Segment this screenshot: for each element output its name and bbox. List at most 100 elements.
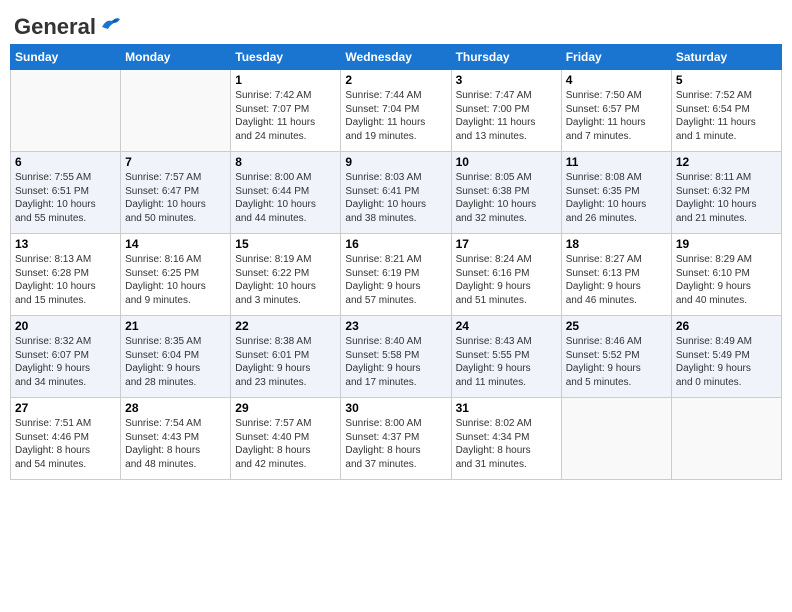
cell-content: Sunrise: 8:19 AM Sunset: 6:22 PM Dayligh…: [235, 253, 336, 307]
calendar-cell: 13 Sunrise: 8:13 AM Sunset: 6:28 PM Dayli…: [11, 234, 121, 316]
day-number: 27: [15, 401, 116, 415]
day-number: 22: [235, 319, 336, 333]
cell-content: Sunrise: 8:05 AM Sunset: 6:38 PM Dayligh…: [456, 171, 557, 225]
calendar-cell: 21 Sunrise: 8:35 AM Sunset: 6:04 PM Dayli…: [121, 316, 231, 398]
day-number: 15: [235, 237, 336, 251]
calendar-cell: 30 Sunrise: 8:00 AM Sunset: 4:37 PM Dayli…: [341, 398, 451, 480]
cell-content: Sunrise: 7:57 AM Sunset: 4:40 PM Dayligh…: [235, 417, 336, 471]
calendar-cell: 24Sunrise: 8:43 AM Sunset: 5:55 PM Dayli…: [451, 316, 561, 398]
calendar-cell: 31Sunrise: 8:02 AM Sunset: 4:34 PM Dayli…: [451, 398, 561, 480]
day-number: 6: [15, 155, 116, 169]
day-number: 17: [456, 237, 557, 251]
day-number: 29: [235, 401, 336, 415]
cell-content: Sunrise: 7:50 AM Sunset: 6:57 PM Dayligh…: [566, 89, 667, 143]
day-number: 26: [676, 319, 777, 333]
cell-content: Sunrise: 7:44 AM Sunset: 7:04 PM Dayligh…: [345, 89, 446, 143]
calendar-cell: 3 Sunrise: 7:47 AM Sunset: 7:00 PM Daylig…: [451, 70, 561, 152]
calendar-cell: [11, 70, 121, 152]
cell-content: Sunrise: 8:35 AM Sunset: 6:04 PM Dayligh…: [125, 335, 226, 389]
cell-content: Sunrise: 7:57 AM Sunset: 6:47 PM Dayligh…: [125, 171, 226, 225]
calendar-cell: 25Sunrise: 8:46 AM Sunset: 5:52 PM Dayli…: [561, 316, 671, 398]
cell-content: Sunrise: 8:46 AM Sunset: 5:52 PM Dayligh…: [566, 335, 667, 389]
calendar-cell: 6Sunrise: 7:55 AM Sunset: 6:51 PM Daylig…: [11, 152, 121, 234]
day-number: 16: [345, 237, 446, 251]
calendar-cell: [671, 398, 781, 480]
logo-general: General: [14, 14, 96, 40]
logo: General: [14, 14, 122, 32]
cell-content: Sunrise: 8:49 AM Sunset: 5:49 PM Dayligh…: [676, 335, 777, 389]
calendar-cell: 29 Sunrise: 7:57 AM Sunset: 4:40 PM Dayli…: [231, 398, 341, 480]
cell-content: Sunrise: 8:03 AM Sunset: 6:41 PM Dayligh…: [345, 171, 446, 225]
week-row-3: 13 Sunrise: 8:13 AM Sunset: 6:28 PM Dayli…: [11, 234, 782, 316]
day-number: 18: [566, 237, 667, 251]
day-number: 5: [676, 73, 777, 87]
day-number: 4: [566, 73, 667, 87]
calendar-cell: 4 Sunrise: 7:50 AM Sunset: 6:57 PM Daylig…: [561, 70, 671, 152]
calendar-cell: 2 Sunrise: 7:44 AM Sunset: 7:04 PM Daylig…: [341, 70, 451, 152]
week-row-2: 6Sunrise: 7:55 AM Sunset: 6:51 PM Daylig…: [11, 152, 782, 234]
cell-content: Sunrise: 8:08 AM Sunset: 6:35 PM Dayligh…: [566, 171, 667, 225]
cell-content: Sunrise: 8:02 AM Sunset: 4:34 PM Dayligh…: [456, 417, 557, 471]
calendar-cell: 16Sunrise: 8:21 AM Sunset: 6:19 PM Dayli…: [341, 234, 451, 316]
day-number: 23: [345, 319, 446, 333]
cell-content: Sunrise: 8:11 AM Sunset: 6:32 PM Dayligh…: [676, 171, 777, 225]
day-number: 20: [15, 319, 116, 333]
cell-content: Sunrise: 8:29 AM Sunset: 6:10 PM Dayligh…: [676, 253, 777, 307]
calendar-cell: 9 Sunrise: 8:03 AM Sunset: 6:41 PM Daylig…: [341, 152, 451, 234]
calendar-cell: 12 Sunrise: 8:11 AM Sunset: 6:32 PM Dayli…: [671, 152, 781, 234]
cell-content: Sunrise: 8:38 AM Sunset: 6:01 PM Dayligh…: [235, 335, 336, 389]
day-header-monday: Monday: [121, 45, 231, 70]
day-header-tuesday: Tuesday: [231, 45, 341, 70]
week-row-5: 27Sunrise: 7:51 AM Sunset: 4:46 PM Dayli…: [11, 398, 782, 480]
cell-content: Sunrise: 8:00 AM Sunset: 4:37 PM Dayligh…: [345, 417, 446, 471]
day-number: 10: [456, 155, 557, 169]
week-row-1: 1Sunrise: 7:42 AM Sunset: 7:07 PM Daylig…: [11, 70, 782, 152]
day-number: 24: [456, 319, 557, 333]
day-number: 12: [676, 155, 777, 169]
day-number: 7: [125, 155, 226, 169]
calendar-cell: 5 Sunrise: 7:52 AM Sunset: 6:54 PM Daylig…: [671, 70, 781, 152]
day-number: 11: [566, 155, 667, 169]
day-header-saturday: Saturday: [671, 45, 781, 70]
day-number: 19: [676, 237, 777, 251]
day-number: 14: [125, 237, 226, 251]
day-number: 13: [15, 237, 116, 251]
day-number: 30: [345, 401, 446, 415]
cell-content: Sunrise: 8:27 AM Sunset: 6:13 PM Dayligh…: [566, 253, 667, 307]
day-number: 9: [345, 155, 446, 169]
calendar-cell: 14Sunrise: 8:16 AM Sunset: 6:25 PM Dayli…: [121, 234, 231, 316]
page-header: General: [10, 10, 782, 36]
calendar-table: SundayMondayTuesdayWednesdayThursdayFrid…: [10, 44, 782, 480]
calendar-cell: [561, 398, 671, 480]
day-number: 2: [345, 73, 446, 87]
calendar-cell: 11 Sunrise: 8:08 AM Sunset: 6:35 PM Dayli…: [561, 152, 671, 234]
cell-content: Sunrise: 8:24 AM Sunset: 6:16 PM Dayligh…: [456, 253, 557, 307]
calendar-cell: 1Sunrise: 7:42 AM Sunset: 7:07 PM Daylig…: [231, 70, 341, 152]
calendar-cell: 8 Sunrise: 8:00 AM Sunset: 6:44 PM Daylig…: [231, 152, 341, 234]
day-number: 28: [125, 401, 226, 415]
day-number: 8: [235, 155, 336, 169]
day-header-sunday: Sunday: [11, 45, 121, 70]
cell-content: Sunrise: 7:54 AM Sunset: 4:43 PM Dayligh…: [125, 417, 226, 471]
cell-content: Sunrise: 7:52 AM Sunset: 6:54 PM Dayligh…: [676, 89, 777, 143]
calendar-cell: 27Sunrise: 7:51 AM Sunset: 4:46 PM Dayli…: [11, 398, 121, 480]
cell-content: Sunrise: 8:40 AM Sunset: 5:58 PM Dayligh…: [345, 335, 446, 389]
day-header-thursday: Thursday: [451, 45, 561, 70]
day-number: 3: [456, 73, 557, 87]
calendar-cell: 18 Sunrise: 8:27 AM Sunset: 6:13 PM Dayli…: [561, 234, 671, 316]
cell-content: Sunrise: 8:00 AM Sunset: 6:44 PM Dayligh…: [235, 171, 336, 225]
calendar-cell: [121, 70, 231, 152]
calendar-cell: 23 Sunrise: 8:40 AM Sunset: 5:58 PM Dayli…: [341, 316, 451, 398]
cell-content: Sunrise: 7:47 AM Sunset: 7:00 PM Dayligh…: [456, 89, 557, 143]
header-row: SundayMondayTuesdayWednesdayThursdayFrid…: [11, 45, 782, 70]
day-number: 1: [235, 73, 336, 87]
calendar-cell: 20 Sunrise: 8:32 AM Sunset: 6:07 PM Dayli…: [11, 316, 121, 398]
calendar-cell: 19 Sunrise: 8:29 AM Sunset: 6:10 PM Dayli…: [671, 234, 781, 316]
calendar-cell: 22 Sunrise: 8:38 AM Sunset: 6:01 PM Dayli…: [231, 316, 341, 398]
day-number: 21: [125, 319, 226, 333]
cell-content: Sunrise: 8:32 AM Sunset: 6:07 PM Dayligh…: [15, 335, 116, 389]
calendar-cell: 7 Sunrise: 7:57 AM Sunset: 6:47 PM Daylig…: [121, 152, 231, 234]
cell-content: Sunrise: 8:13 AM Sunset: 6:28 PM Dayligh…: [15, 253, 116, 307]
logo-bird-icon: [100, 15, 122, 33]
calendar-cell: 10 Sunrise: 8:05 AM Sunset: 6:38 PM Dayli…: [451, 152, 561, 234]
